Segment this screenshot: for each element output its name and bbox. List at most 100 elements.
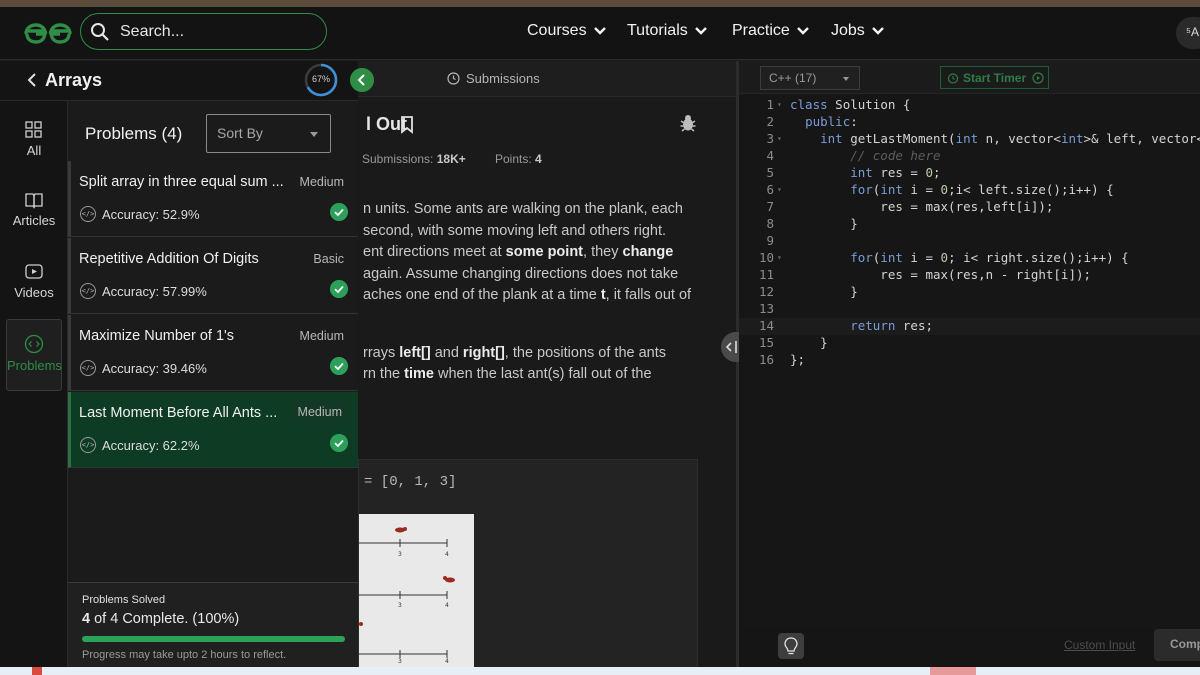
code-area[interactable]: 1 ▾ class Solution { 2 public: 3 ▾ int getL… [739,97,1200,369]
problem-list-item-selected[interactable]: Last Moment Before All Ants ... Medium <… [68,392,358,468]
chevron-down-icon [593,27,606,35]
nav-practice[interactable]: Practice [732,22,810,40]
sort-by-select[interactable]: Sort By [206,114,331,153]
line-number: 13 [758,301,774,316]
caret-down-icon [310,132,318,137]
svg-text:3: 3 [398,602,402,609]
rail-item-articles[interactable]: Articles [6,191,62,251]
desc-text: again. Assume changing directions does n… [363,265,679,282]
browser-top-strip [0,0,1200,7]
language-value: C++ (17) [769,71,817,85]
check-circle-icon [330,280,348,298]
bug-icon[interactable] [678,113,698,133]
code-text: class Solution { [790,97,911,112]
translate-icon: ⁵A [1186,25,1199,39]
fold-icon[interactable]: ▾ [777,253,782,262]
code-line: 8 } [739,216,1200,233]
svg-text:4: 4 [445,602,449,609]
code-text: public: [805,114,858,129]
problem-list-item[interactable]: Split array in three equal sum ... Mediu… [68,161,358,237]
rail-item-videos[interactable]: Videos [6,263,62,323]
problem-list-item[interactable]: Maximize Number of 1's Medium </> Accura… [68,315,358,391]
search-icon [91,23,109,41]
desc-text: and [430,344,463,361]
code-line: 13 [739,301,1200,318]
code-line: 7 res = max(res,left[i]); [739,199,1200,216]
svg-text:3: 3 [398,551,402,558]
desc-text: aches one end of the plank at a time [363,287,601,303]
desc-bold: change [622,244,674,260]
line-number: 5 [766,165,774,180]
line-number: 14 [758,318,774,333]
line-number: 3 [766,131,774,146]
taskbar-indicator [32,667,42,675]
problem-statement-panel: Submissions l Out Submissions: 18K+ Poin… [358,61,736,675]
line-number: 9 [766,233,774,248]
problems-solved-panel: Problems Solved 4 of 4 Complete. (100%) … [68,582,358,675]
topic-title: Arrays [45,70,103,90]
code-text: int getLastMoment(int n, vector<int>& le… [820,131,1200,146]
desc-bold: right[] [462,344,505,361]
language-select[interactable]: C++ (17) [760,66,860,90]
desc-text: when the last ant(s) fall out of the [433,366,652,382]
nav-jobs[interactable]: Jobs [831,22,885,40]
chevron-down-icon [796,27,809,35]
chevron-left-icon[interactable] [26,72,38,88]
app-root: { "header": { "search_placeholder": "Sea… [0,0,1200,675]
submissions-label: Submissions: [362,152,434,166]
custom-input-link[interactable]: Custom Input [1064,638,1135,652]
code-line: 4 // code here [739,148,1200,165]
nav-tutorials[interactable]: Tutorials [627,22,708,40]
start-timer-label: Start Timer [963,71,1027,85]
check-circle-icon [330,434,348,452]
problem-list-item[interactable]: Repetitive Addition Of Digits Basic </> … [68,238,358,314]
fold-icon[interactable]: ▾ [777,185,782,194]
svg-text:4: 4 [445,551,449,558]
play-icon [25,264,43,279]
code-line: 1 ▾ class Solution { [739,97,1200,114]
top-header: Search... Courses Tutorials Practice Job… [0,7,1200,60]
nav-tutorials-label: Tutorials [627,22,688,39]
lightbulb-icon[interactable] [778,633,804,659]
chevron-down-icon [871,27,884,35]
bookmark-icon[interactable] [400,116,414,134]
rail-item-all[interactable]: All [6,121,62,181]
nav-courses[interactable]: Courses [527,22,607,40]
code-text: } [790,284,858,299]
desc-text: , they [583,244,623,260]
submissions-value: 18K+ [436,152,466,166]
example-input-text: = [0, 1, 3] [364,474,457,490]
search-box[interactable]: Search... [80,13,327,50]
gfg-logo-icon[interactable] [22,20,74,46]
line-number: 1 [766,97,774,112]
search-placeholder[interactable]: Search... [120,23,184,41]
topic-progress-label: 67% [311,74,330,84]
tab-submissions-label: Submissions [466,71,540,86]
code-text: } [790,335,828,350]
sidebar-rail: All Articles Videos Problems [0,61,68,675]
start-timer-button[interactable]: Start Timer [940,66,1049,89]
tab-submissions[interactable]: Submissions [447,71,540,86]
rail-item-problems[interactable]: Problems [6,319,62,391]
rail-label-articles: Articles [12,213,56,228]
code-line: 5 int res = 0; [739,165,1200,182]
compile-label: Comp [1170,637,1200,651]
code-text: res = max(res,left[i]); [790,199,1054,214]
line-number: 2 [766,114,774,129]
fold-icon[interactable]: ▾ [777,134,782,143]
code-line: 12 } [739,284,1200,301]
problem-title: Split array in three equal sum ... [79,174,284,190]
problem-accuracy: Accuracy: 62.2% [102,438,200,453]
check-circle-icon [330,357,348,375]
svg-text:4: 4 [445,658,449,665]
line-number: 15 [758,335,774,350]
fold-icon[interactable]: ▾ [777,100,782,109]
solved-progress-fill [82,636,345,642]
translate-button[interactable]: ⁵A [1176,17,1200,49]
compile-run-button[interactable]: Comp [1154,629,1200,661]
nav-courses-label: Courses [527,22,587,39]
code-text: } [790,216,858,231]
collapse-panel-button[interactable] [350,68,374,92]
code-text: res = max(res,n - right[i]); [790,267,1092,282]
example-box: = [0, 1, 3] 3 4 3 4 3 4 [358,459,698,675]
